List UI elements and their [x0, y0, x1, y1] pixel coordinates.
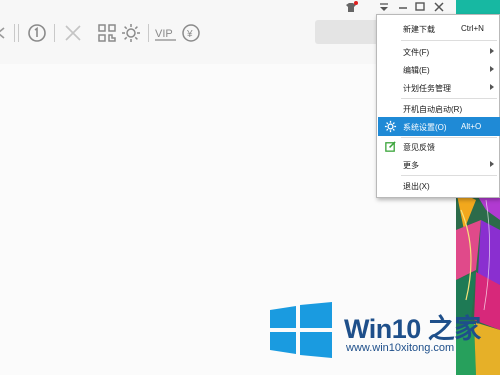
clear-x-icon[interactable] — [62, 22, 84, 44]
submenu-arrow-icon — [490, 161, 494, 167]
back-arrow-icon[interactable] — [0, 22, 14, 44]
menu-item-file[interactable]: 文件(F) — [378, 42, 500, 61]
yen-text: ¥ — [186, 29, 193, 40]
menu-item-label: 计划任务管理 — [403, 84, 451, 93]
settings-cog-icon[interactable] — [120, 22, 142, 44]
watermark-url: www.win10xitong.com — [346, 342, 455, 354]
menu-item-scheduled-tasks[interactable]: 计划任务管理 — [378, 78, 500, 97]
vip-icon[interactable]: VIP — [154, 22, 178, 44]
menu-item-label: 系统设置(O) — [403, 123, 447, 132]
menu-item-shortcut: Alt+O — [461, 122, 482, 131]
toolbar-divider — [54, 24, 55, 42]
menu-item-edit[interactable]: 编辑(E) — [378, 60, 500, 79]
close-icon[interactable] — [432, 0, 446, 14]
menu-item-feedback[interactable]: 意见反馈 — [378, 137, 500, 156]
gear-icon — [384, 120, 397, 133]
qrcode-icon[interactable] — [96, 22, 118, 44]
minimize-icon[interactable] — [396, 0, 410, 14]
windows-logo-icon — [270, 302, 332, 358]
toolbar-divider — [148, 24, 149, 42]
menu-item-auto-start[interactable]: 开机自动启动(R) — [378, 99, 500, 118]
edit-feedback-icon — [384, 140, 397, 153]
submenu-arrow-icon — [490, 84, 494, 90]
watermark-brand: Win10 之家 — [344, 314, 481, 344]
menu-item-label: 文件(F) — [403, 48, 430, 57]
menu-item-label: 更多 — [403, 161, 419, 170]
win10-watermark: Win10 之家 www.win10xitong.com — [266, 300, 494, 360]
submenu-arrow-icon — [490, 66, 494, 72]
vip-text: VIP — [155, 28, 173, 40]
menu-item-label: 开机自动启动(R) — [403, 105, 463, 114]
toolbar-divider — [14, 24, 15, 42]
menu-item-new-download[interactable]: 新建下载 Ctrl+N — [378, 19, 500, 38]
maximize-icon[interactable] — [413, 0, 427, 14]
menu-item-label: 新建下载 — [403, 25, 435, 34]
main-menu-dropdown: 新建下载 Ctrl+N 文件(F) 编辑(E) 计划任务管理 开机自动启动(R)… — [376, 14, 500, 198]
menu-item-exit[interactable]: 退出(X) — [378, 176, 500, 195]
menu-item-label: 编辑(E) — [403, 66, 430, 75]
menu-item-system-settings[interactable]: 系统设置(O) Alt+O — [378, 117, 500, 136]
clock-1-icon[interactable] — [26, 22, 48, 44]
submenu-arrow-icon — [490, 48, 494, 54]
skin-icon[interactable] — [344, 0, 358, 14]
menu-item-more[interactable]: 更多 — [378, 155, 500, 174]
menu-dropdown-icon[interactable] — [377, 0, 391, 14]
menu-divider — [401, 40, 497, 41]
menu-item-shortcut: Ctrl+N — [461, 24, 484, 33]
menu-item-label: 退出(X) — [403, 182, 430, 191]
toolbar-divider — [18, 24, 19, 42]
yen-icon[interactable]: ¥ — [180, 22, 202, 44]
menu-item-label: 意见反馈 — [403, 143, 435, 152]
